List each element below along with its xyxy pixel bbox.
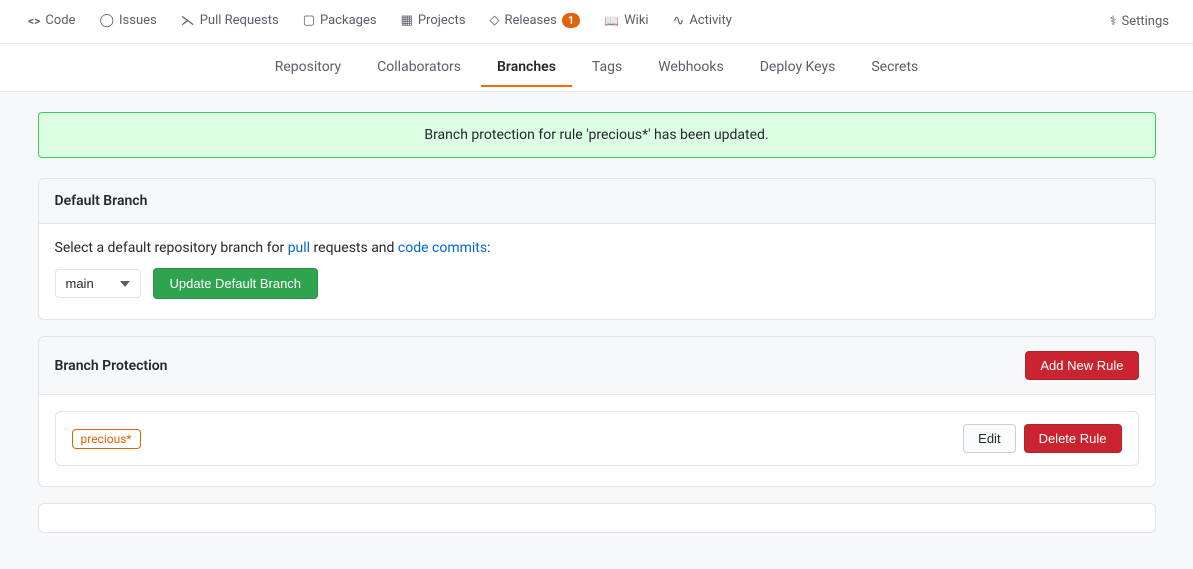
nav-issues[interactable]: ◯ Issues [87,0,168,44]
code-icon: <> [28,14,40,28]
projects-icon: ▦ [401,13,413,28]
branch-protection-title: Branch Protection [55,358,168,374]
add-new-rule-button[interactable]: Add New Rule [1025,351,1138,380]
default-branch-card: Default Branch Select a default reposito… [38,178,1156,320]
nav-wiki-label: Wiki [624,13,648,28]
delete-rule-button[interactable]: Delete Rule [1024,424,1122,453]
partial-card [38,503,1156,533]
desc-suffix: : [487,240,490,256]
nav-activity[interactable]: ∿ Activity [661,0,744,44]
nav-pull-requests[interactable]: ⋋ Pull Requests [169,0,291,44]
desc-prefix: Select a default repository branch for [55,240,288,256]
subnav-deploy-keys[interactable]: Deploy Keys [744,49,852,87]
sub-navigation: Repository Collaborators Branches Tags W… [0,44,1193,92]
settings-icon: ⚕ [1109,14,1116,29]
top-navigation: <> Code ◯ Issues ⋋ Pull Requests ▢ Packa… [0,0,1193,44]
subnav-branches[interactable]: Branches [481,49,572,87]
pr-icon: ⋋ [181,13,195,29]
settings-label: Settings [1122,14,1169,29]
branch-selector-row: main develop master Update Default Branc… [55,268,1139,299]
pull-link[interactable]: pull [288,240,310,256]
releases-icon: ◇ [490,13,500,28]
nav-pr-label: Pull Requests [200,13,279,28]
subnav-tags[interactable]: Tags [576,49,638,87]
default-branch-title: Default Branch [55,193,148,209]
nav-projects[interactable]: ▦ Projects [389,0,478,44]
alert-message: Branch protection for rule 'precious*' h… [424,127,768,143]
branch-protection-card: Branch Protection Add New Rule precious*… [38,336,1156,487]
branch-select[interactable]: main develop master [55,269,141,298]
protection-rule-row: precious* Edit Delete Rule [55,411,1139,466]
issues-icon: ◯ [99,13,114,28]
edit-rule-button[interactable]: Edit [963,424,1015,453]
branch-protection-header: Branch Protection Add New Rule [39,337,1155,395]
desc-middle: requests and [310,240,398,256]
activity-icon: ∿ [673,13,685,29]
wiki-icon: 📖 [604,14,619,28]
default-branch-description: Select a default repository branch for p… [55,240,1139,256]
subnav-webhooks[interactable]: Webhooks [642,49,740,87]
nav-packages-label: Packages [320,13,377,28]
code-commits-link[interactable]: code commits [398,240,487,256]
success-alert: Branch protection for rule 'precious*' h… [38,112,1156,158]
subnav-repository[interactable]: Repository [259,49,357,87]
protection-actions: Edit Delete Rule [963,424,1121,453]
subnav-collaborators[interactable]: Collaborators [361,49,477,87]
default-branch-header: Default Branch [39,179,1155,224]
nav-projects-label: Projects [418,13,466,28]
settings-nav[interactable]: ⚕ Settings [1101,14,1177,29]
packages-icon: ▢ [303,13,315,28]
main-content: Branch protection for rule 'precious*' h… [22,92,1172,569]
nav-code-label: Code [45,13,75,28]
nav-releases-label: Releases [505,13,557,28]
nav-packages[interactable]: ▢ Packages [291,0,389,44]
branch-rule-tag: precious* [72,429,141,449]
nav-code[interactable]: <> Code [16,0,87,44]
nav-releases[interactable]: ◇ Releases 1 [478,0,593,44]
nav-issues-label: Issues [119,13,157,28]
nav-wiki[interactable]: 📖 Wiki [592,0,660,44]
releases-badge: 1 [562,13,580,28]
subnav-secrets[interactable]: Secrets [855,49,934,87]
default-branch-body: Select a default repository branch for p… [39,224,1155,319]
branch-protection-body: precious* Edit Delete Rule [39,395,1155,486]
nav-activity-label: Activity [689,13,732,28]
update-default-branch-button[interactable]: Update Default Branch [153,268,319,299]
